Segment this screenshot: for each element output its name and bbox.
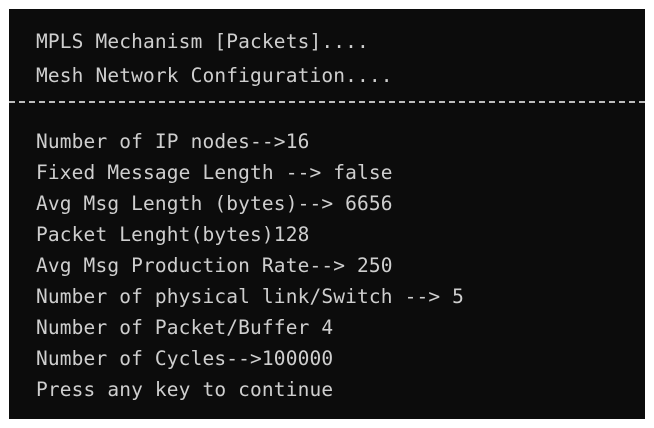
header-line-subtitle: Mesh Network Configuration.... bbox=[36, 64, 393, 87]
console-window[interactable]: MPLS Mechanism [Packets].... Mesh Networ… bbox=[9, 9, 645, 419]
continue-prompt: Press any key to continue bbox=[36, 378, 334, 401]
header-line-title: MPLS Mechanism [Packets].... bbox=[36, 30, 369, 53]
config-line-packet-buffer: Number of Packet/Buffer 4 bbox=[36, 316, 334, 339]
dashed-divider bbox=[9, 101, 645, 103]
config-line-avg-msg-length: Avg Msg Length (bytes)--> 6656 bbox=[36, 192, 393, 215]
config-line-links-per-switch: Number of physical link/Switch --> 5 bbox=[36, 285, 465, 308]
config-line-packet-length: Packet Lenght(bytes)128 bbox=[36, 223, 310, 246]
config-line-fixed-length: Fixed Message Length --> false bbox=[36, 161, 393, 184]
config-line-cycles: Number of Cycles-->100000 bbox=[36, 347, 334, 370]
config-line-ip-nodes: Number of IP nodes-->16 bbox=[36, 130, 310, 153]
config-line-production-rate: Avg Msg Production Rate--> 250 bbox=[36, 254, 393, 277]
